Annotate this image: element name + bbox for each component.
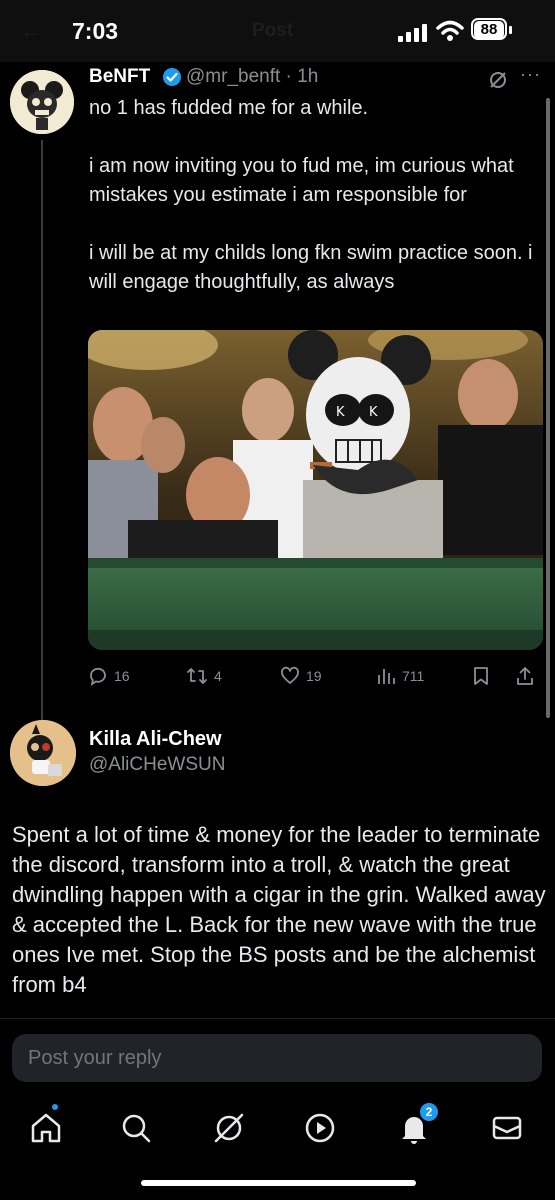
bear-skull-avatar-icon bbox=[10, 70, 74, 134]
reply-author-handle[interactable]: @AliCHeWSUN bbox=[89, 754, 225, 776]
svg-text:K: K bbox=[369, 405, 378, 420]
author-name[interactable]: BeNFT bbox=[89, 66, 150, 88]
skull-avatar-icon bbox=[10, 720, 76, 786]
cellular-signal-icon bbox=[398, 24, 427, 42]
repost-count: 4 bbox=[214, 668, 222, 684]
back-arrow-icon[interactable]: ← bbox=[20, 18, 42, 44]
home-indicator[interactable] bbox=[141, 1180, 416, 1186]
grok-nav-icon[interactable] bbox=[211, 1110, 247, 1146]
tweet-image[interactable]: K K bbox=[88, 330, 543, 650]
thread-line bbox=[41, 140, 43, 728]
reply-icon bbox=[90, 667, 106, 686]
repost-button[interactable]: 4 bbox=[186, 666, 222, 686]
messages-icon[interactable] bbox=[489, 1110, 525, 1146]
repost-icon bbox=[187, 668, 207, 684]
notification-count-badge: 2 bbox=[420, 1103, 438, 1121]
author-handle[interactable]: @mr_benft · 1h bbox=[186, 66, 318, 88]
verified-badge-icon bbox=[163, 68, 181, 86]
reply-input[interactable] bbox=[12, 1034, 542, 1082]
wifi-icon bbox=[436, 20, 464, 41]
search-icon[interactable] bbox=[118, 1110, 154, 1146]
reply-count: 16 bbox=[114, 668, 130, 684]
share-icon[interactable] bbox=[515, 666, 535, 686]
more-options-icon[interactable]: ··· bbox=[520, 64, 541, 85]
battery-icon: 88 bbox=[471, 18, 515, 42]
battery-level: 88 bbox=[474, 21, 504, 39]
reply-author-avatar[interactable] bbox=[10, 720, 76, 786]
grok-icon[interactable] bbox=[488, 70, 508, 90]
home-unread-dot bbox=[52, 1104, 58, 1110]
page-title: Post bbox=[252, 20, 294, 41]
status-time: 7:03 bbox=[72, 18, 119, 44]
views-button[interactable]: 711 bbox=[376, 666, 424, 686]
views-icon bbox=[378, 669, 395, 684]
reply-text: Spent a lot of time & money for the lead… bbox=[12, 822, 546, 997]
like-count: 19 bbox=[306, 668, 322, 684]
svg-text:K: K bbox=[336, 405, 345, 420]
scrollbar[interactable] bbox=[546, 98, 550, 718]
meme-photo-illustration: K K bbox=[88, 330, 543, 650]
heart-icon bbox=[281, 666, 299, 684]
views-count: 711 bbox=[402, 668, 425, 684]
like-button[interactable]: 19 bbox=[280, 666, 322, 686]
reply-author-name[interactable]: Killa Ali-Chew bbox=[89, 728, 222, 751]
bookmark-icon[interactable] bbox=[472, 666, 490, 686]
video-icon[interactable] bbox=[302, 1110, 338, 1146]
author-avatar[interactable] bbox=[10, 70, 74, 134]
tweet-text: no 1 has fudded me for a while. i am now… bbox=[89, 97, 533, 293]
home-icon[interactable] bbox=[28, 1110, 64, 1146]
reply-button[interactable]: 16 bbox=[88, 666, 130, 686]
